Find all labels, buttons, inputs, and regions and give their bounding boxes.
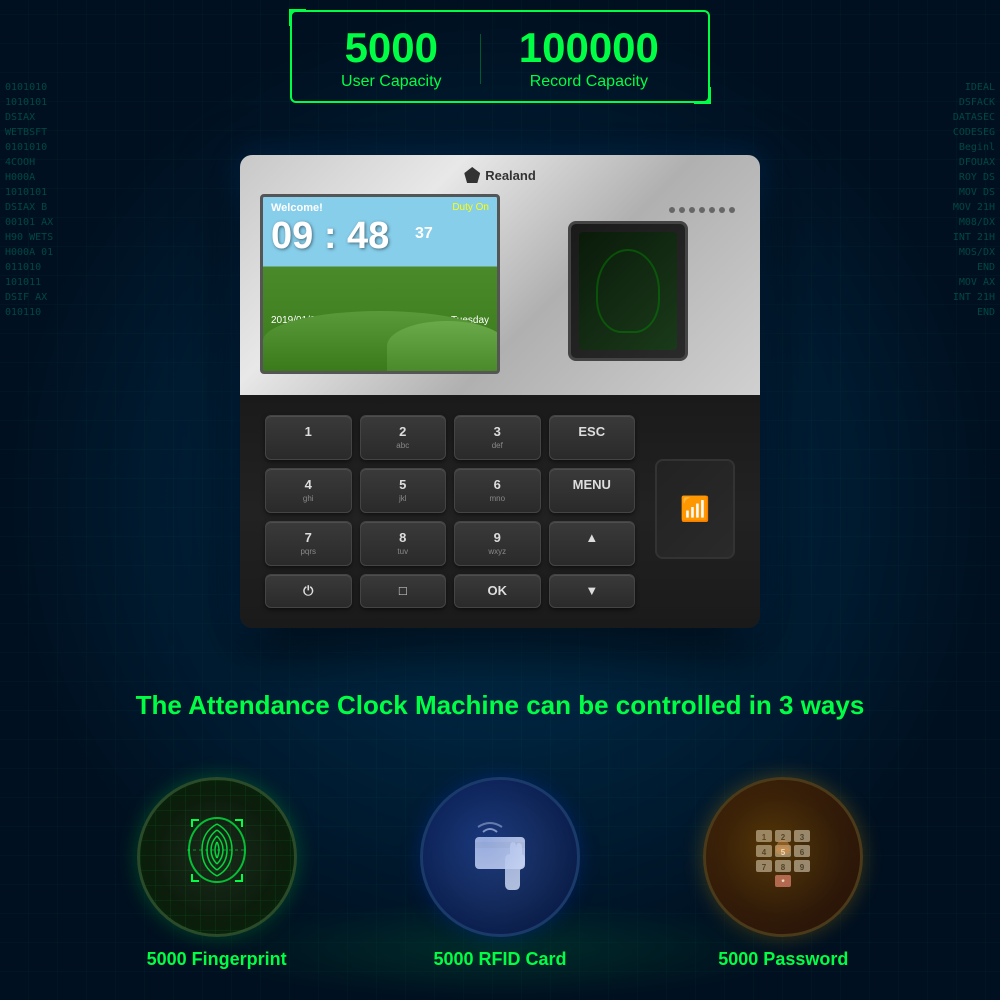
capacity-box: 5000 User Capacity 100000 Record Capacit…	[290, 10, 710, 103]
key-clear[interactable]: □	[360, 574, 447, 608]
screen-hill2	[387, 321, 500, 371]
fp-dot-2	[679, 207, 685, 213]
fp-grid-svg	[140, 780, 295, 935]
user-capacity-label: User Capacity	[341, 73, 441, 91]
record-capacity-label: Record Capacity	[530, 73, 648, 91]
screen-time-display: 09 : 48	[271, 217, 389, 255]
rfid-circle	[420, 777, 580, 937]
key-down[interactable]: ▼	[549, 574, 636, 608]
feature-password: 1 2 3 4 5 6 7 8 9 * 5000 Password	[703, 777, 863, 970]
device: Realand Welcome! Duty On 09 : 48 37 2019…	[240, 155, 760, 628]
user-capacity-item: 5000 User Capacity	[341, 27, 441, 91]
key-1[interactable]: 1	[265, 415, 352, 460]
rfid-reader: 📶	[655, 459, 735, 559]
keypad: 1 2abc 3def ESC 4ghi 5jkl 6mno MENU 7pqr…	[265, 415, 635, 608]
screen-seconds: 37	[415, 225, 433, 243]
brand-logo-icon	[464, 167, 480, 183]
key-esc[interactable]: ESC	[549, 415, 636, 460]
code-overlay-right: IDEALDSFACKDATASECCODESEGBeginlDFOUAXROY…	[835, 80, 995, 320]
fp-dot-7	[729, 207, 735, 213]
feature-rfid: 5000 RFID Card	[420, 777, 580, 970]
code-overlay-left: 01010101010101DSIAXWETBSFT01010104COOHH0…	[5, 80, 165, 320]
rfid-glow	[423, 780, 577, 934]
key-2[interactable]: 2abc	[360, 415, 447, 460]
fingerprint-sensor-area	[515, 207, 740, 361]
key-menu[interactable]: MENU	[549, 468, 636, 513]
fp-dot-1	[669, 207, 675, 213]
key-7[interactable]: 7pqrs	[265, 521, 352, 566]
device-screen: Welcome! Duty On 09 : 48 37 2019/01/01 T…	[260, 194, 500, 374]
feature-fingerprint: 5000 Fingerprint	[137, 777, 297, 970]
pw-glow	[706, 780, 860, 934]
fingerprint-label: 5000 Fingerprint	[147, 949, 287, 970]
device-top-panel: Realand Welcome! Duty On 09 : 48 37 2019…	[240, 155, 760, 395]
password-label: 5000 Password	[718, 949, 848, 970]
fp-indicator-dots	[669, 207, 735, 213]
capacity-section: 5000 User Capacity 100000 Record Capacit…	[290, 10, 710, 103]
tagline: The Attendance Clock Machine can be cont…	[50, 690, 950, 721]
key-9[interactable]: 9wxyz	[454, 521, 541, 566]
capacity-divider	[480, 34, 481, 84]
device-bottom-panel: 1 2abc 3def ESC 4ghi 5jkl 6mno MENU 7pqr…	[240, 395, 760, 628]
password-circle: 1 2 3 4 5 6 7 8 9 *	[703, 777, 863, 937]
fp-dot-4	[699, 207, 705, 213]
brand-area: Realand	[464, 167, 536, 183]
key-8[interactable]: 8tuv	[360, 521, 447, 566]
key-power[interactable]: ⏻	[265, 574, 352, 608]
key-ok[interactable]: OK	[454, 574, 541, 608]
key-4[interactable]: 4ghi	[265, 468, 352, 513]
key-3[interactable]: 3def	[454, 415, 541, 460]
screen-duty-text: Duty On	[452, 202, 489, 213]
screen-welcome-text: Welcome!	[271, 202, 323, 214]
key-6[interactable]: 6mno	[454, 468, 541, 513]
rfid-symbol: 📶	[680, 495, 710, 524]
fingerprint-sensor[interactable]	[568, 221, 688, 361]
fp-dot-6	[719, 207, 725, 213]
fp-dot-3	[689, 207, 695, 213]
features-section: 5000 Fingerprint 5000 RFID Card	[75, 777, 925, 970]
key-up[interactable]: ▲	[549, 521, 636, 566]
record-capacity-number: 100000	[519, 27, 659, 69]
key-5[interactable]: 5jkl	[360, 468, 447, 513]
screen-display: Welcome! Duty On 09 : 48 37 2019/01/01 T…	[263, 197, 497, 371]
brand-name: Realand	[485, 168, 536, 183]
record-capacity-item: 100000 Record Capacity	[519, 27, 659, 91]
rfid-label: 5000 RFID Card	[433, 949, 566, 970]
fp-dot-5	[709, 207, 715, 213]
user-capacity-number: 5000	[345, 27, 438, 69]
fingerprint-circle	[137, 777, 297, 937]
device-container: Realand Welcome! Duty On 09 : 48 37 2019…	[220, 155, 780, 628]
